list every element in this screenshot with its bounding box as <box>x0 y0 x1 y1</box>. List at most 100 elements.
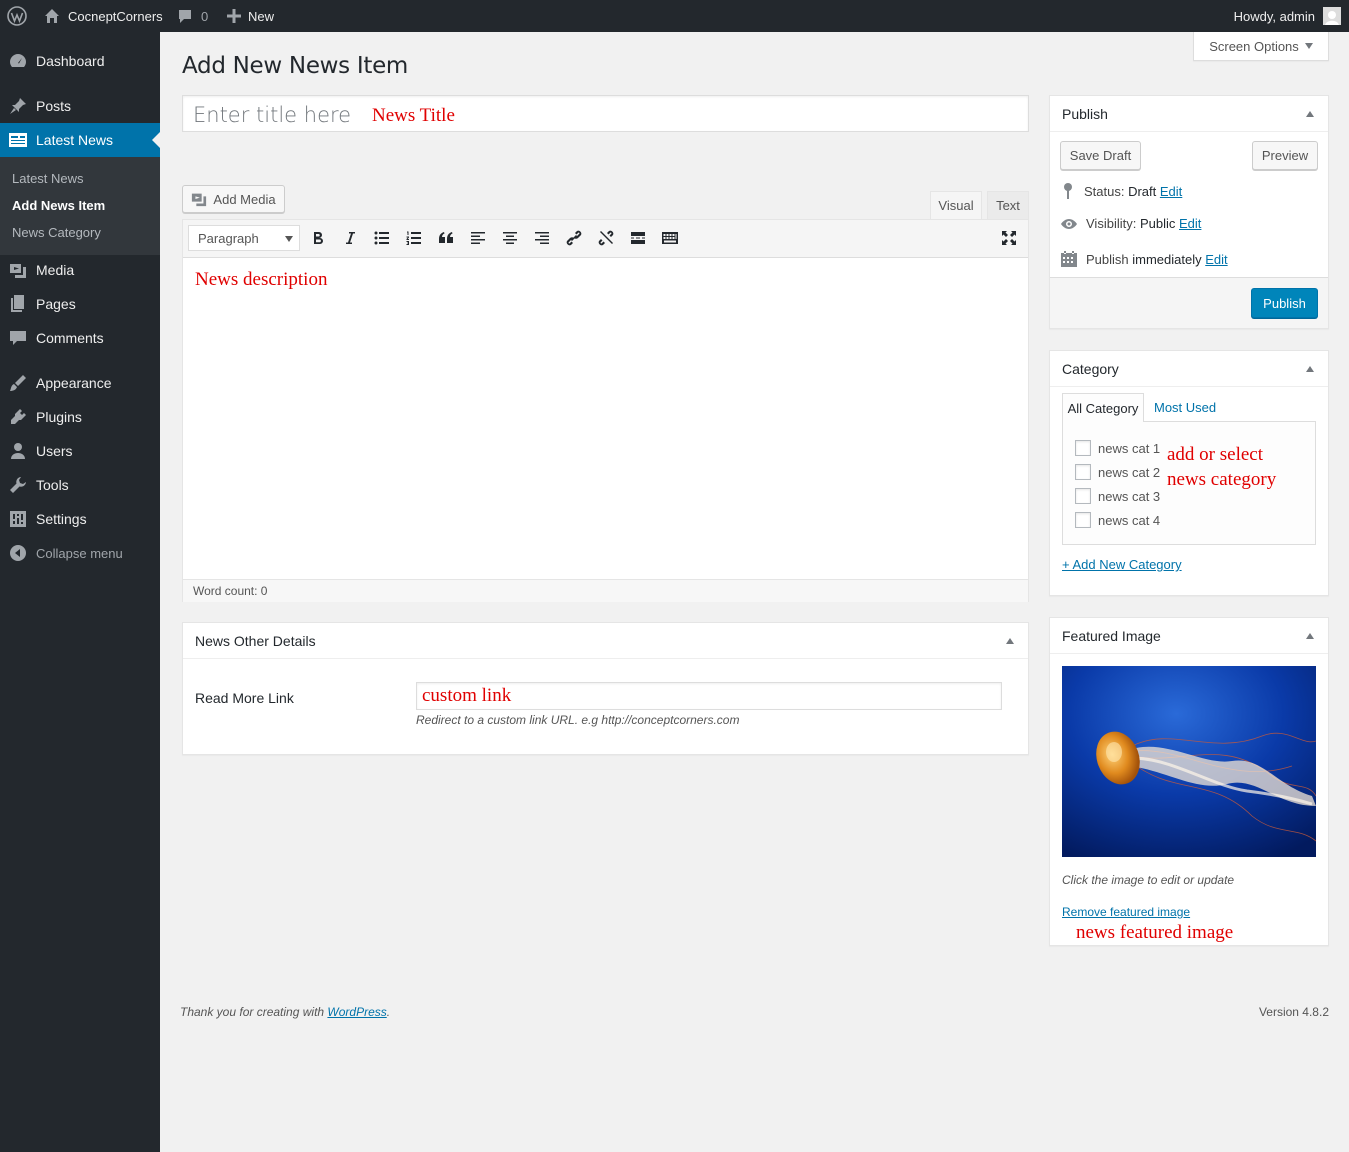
sidebar-item-appearance[interactable]: Appearance <box>0 366 160 400</box>
collapse-arrow-icon[interactable] <box>1006 638 1014 644</box>
settings-icon <box>0 510 36 528</box>
link-icon[interactable] <box>563 227 585 249</box>
numbered-list-icon[interactable] <box>403 227 425 249</box>
fullscreen-icon[interactable] <box>998 227 1020 249</box>
collapse-arrow-icon[interactable] <box>1306 111 1314 117</box>
bullet-list-icon[interactable] <box>371 227 393 249</box>
align-right-icon[interactable] <box>531 227 553 249</box>
category-checkbox[interactable] <box>1075 440 1091 456</box>
media-icon <box>192 193 207 207</box>
submenu-item-latest-news[interactable]: Latest News <box>12 171 84 186</box>
add-media-button[interactable]: Add Media <box>182 185 285 213</box>
preview-button[interactable]: Preview <box>1252 141 1318 170</box>
tab-visual-label: Visual <box>938 198 974 213</box>
footer-thanks-prefix: Thank you for creating with <box>180 1005 328 1019</box>
sidebar-item-media[interactable]: Media <box>0 253 160 287</box>
visibility-label: Visibility: <box>1086 216 1137 231</box>
comments-count: 0 <box>201 8 209 24</box>
sidebar-item-posts[interactable]: Posts <box>0 89 160 123</box>
tab-most-used[interactable]: Most Used <box>1154 400 1216 415</box>
save-draft-button[interactable]: Save Draft <box>1060 141 1141 170</box>
sidebar-item-pages[interactable]: Pages <box>0 287 160 321</box>
read-more-input-annotation: custom link <box>422 685 512 706</box>
category-checkbox[interactable] <box>1075 488 1091 504</box>
sidebar-label: Tools <box>36 477 69 493</box>
unlink-icon[interactable] <box>595 227 617 249</box>
site-name-link[interactable]: CocneptCorners <box>44 0 163 32</box>
align-center-icon[interactable] <box>499 227 521 249</box>
sidebar-item-comments[interactable]: Comments <box>0 321 160 355</box>
publish-date-edit-link[interactable]: Edit <box>1205 252 1227 267</box>
sidebar-item-users[interactable]: Users <box>0 434 160 468</box>
howdy-text: Howdy, admin <box>1233 8 1315 24</box>
featured-image-title: Featured Image <box>1062 627 1161 644</box>
status-row: Status: Draft Edit <box>1060 182 1182 200</box>
category-item-label: news cat 2 <box>1098 465 1161 480</box>
read-more-tag-icon[interactable] <box>627 227 649 249</box>
collapse-arrow-icon[interactable] <box>1306 366 1314 372</box>
category-checkbox[interactable] <box>1075 464 1091 480</box>
sidebar-label: Posts <box>36 98 72 114</box>
publish-header[interactable]: Publish <box>1050 96 1328 132</box>
blockquote-icon[interactable] <box>435 227 457 249</box>
status-edit-link[interactable]: Edit <box>1160 184 1182 199</box>
category-header[interactable]: Category <box>1050 351 1328 387</box>
toolbar-toggle-icon[interactable] <box>659 227 681 249</box>
news-other-details-header[interactable]: News Other Details <box>183 623 1028 659</box>
sidebar-item-latest-news[interactable]: Latest News <box>0 123 160 157</box>
plugin-icon <box>0 408 36 426</box>
submenu-item-add-news-item[interactable]: Add News Item <box>12 198 105 213</box>
collapse-menu-button[interactable]: Collapse menu <box>0 536 160 570</box>
page-title: Add New News Item <box>182 53 409 79</box>
featured-image-annotation: news featured image <box>1076 922 1234 943</box>
featured-image-hint: Click the image to edit or update <box>1062 873 1235 887</box>
publish-date-label: Publish <box>1086 251 1129 267</box>
wordpress-logo-icon[interactable] <box>7 0 27 32</box>
admin-bar: CocneptCorners 0 New Howdy, admin <box>0 0 1349 32</box>
wordpress-link[interactable]: WordPress <box>327 1005 386 1019</box>
tab-text[interactable]: Text <box>987 191 1029 219</box>
save-draft-label: Save Draft <box>1069 148 1132 163</box>
format-select[interactable]: Paragraph <box>188 225 300 251</box>
add-new-category-link[interactable]: + Add New Category <box>1062 557 1182 572</box>
sidebar-item-plugins[interactable]: Plugins <box>0 400 160 434</box>
category-checkbox[interactable] <box>1075 512 1091 528</box>
collapse-arrow-icon[interactable] <box>1306 633 1314 639</box>
featured-image-header[interactable]: Featured Image <box>1050 618 1328 654</box>
sidebar-label: Comments <box>36 330 104 346</box>
publish-button-label: Publish <box>1263 295 1306 311</box>
title-input[interactable]: Enter title here News Title <box>182 95 1029 132</box>
sidebar-label: Users <box>36 443 73 459</box>
visibility-edit-link[interactable]: Edit <box>1179 216 1201 231</box>
screen-options-button[interactable]: Screen Options <box>1193 32 1329 61</box>
sidebar-item-tools[interactable]: Tools <box>0 468 160 502</box>
sidebar-label: Appearance <box>36 375 112 391</box>
plus-icon <box>227 9 241 23</box>
new-content-link[interactable]: New <box>227 0 274 32</box>
featured-image-thumbnail[interactable] <box>1062 666 1316 857</box>
editor-body[interactable]: News description <box>183 258 1028 579</box>
sidebar-item-settings[interactable]: Settings <box>0 502 160 536</box>
comments-link[interactable]: 0 <box>177 0 208 32</box>
remove-featured-image-link[interactable]: Remove featured image <box>1062 905 1190 919</box>
align-left-icon[interactable] <box>467 227 489 249</box>
account-menu[interactable]: Howdy, admin <box>1234 0 1341 32</box>
format-select-value: Paragraph <box>198 230 259 246</box>
bold-icon[interactable] <box>307 227 329 249</box>
category-item-label: news cat 1 <box>1098 441 1161 456</box>
read-more-link-input[interactable]: custom link <box>416 682 1002 710</box>
publish-title: Publish <box>1062 105 1108 122</box>
publish-button[interactable]: Publish <box>1251 288 1318 318</box>
sidebar-label: Pages <box>36 296 76 312</box>
users-icon <box>0 442 36 460</box>
pushpin-icon <box>0 97 36 115</box>
tab-all-category[interactable]: All Category <box>1062 393 1144 422</box>
screen-options-label: Screen Options <box>1209 38 1299 54</box>
publish-date-value: immediately <box>1132 251 1202 267</box>
visibility-row: Visibility: Public Edit <box>1060 216 1201 231</box>
submenu-item-news-category[interactable]: News Category <box>12 225 101 240</box>
italic-icon[interactable] <box>339 227 361 249</box>
sidebar-item-dashboard[interactable]: Dashboard <box>0 44 160 78</box>
sidebar-label: Plugins <box>36 409 82 425</box>
tab-visual[interactable]: Visual <box>930 191 982 219</box>
